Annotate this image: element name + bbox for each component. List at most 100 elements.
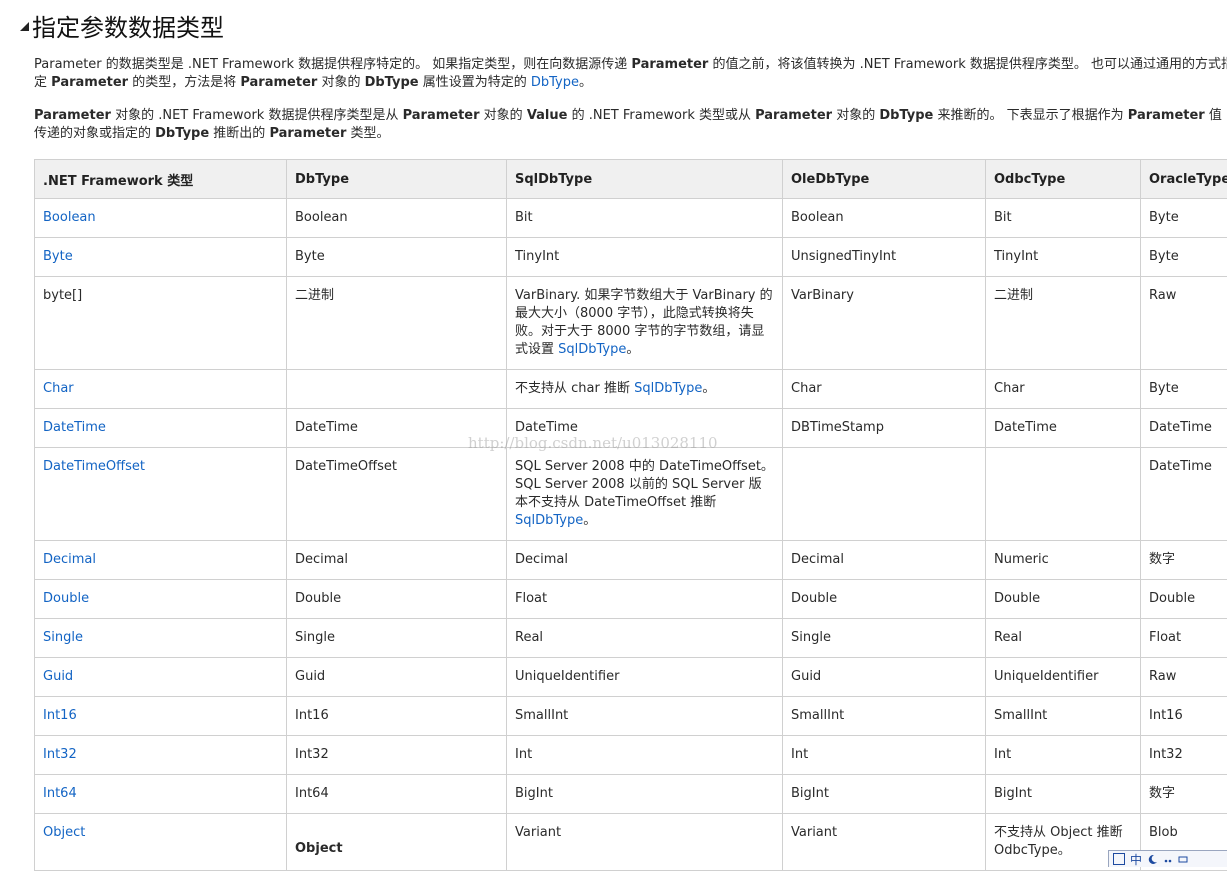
cell-dbtype: Boolean bbox=[287, 199, 507, 238]
sqldbtype-link[interactable]: SqlDbType bbox=[515, 513, 583, 528]
section-heading: 指定参数数据类型 bbox=[18, 8, 224, 43]
cell-odbctype bbox=[986, 448, 1141, 541]
cell-dbtype: Int16 bbox=[287, 697, 507, 736]
table-header-row: .NET Framework 类型 DbType SqlDbType OleDb… bbox=[35, 160, 1227, 199]
net-type-link[interactable]: Object bbox=[35, 814, 287, 871]
cell-oledbtype: BigInt bbox=[783, 775, 986, 814]
cell-oracletype: Byte bbox=[1141, 238, 1227, 277]
cell-sqldbtype: Real bbox=[507, 619, 783, 658]
cell-oracletype: 数字 bbox=[1141, 775, 1227, 814]
text: 对象的 bbox=[832, 108, 879, 123]
cell-dbtype: Double bbox=[287, 580, 507, 619]
collapse-triangle-icon[interactable] bbox=[18, 20, 30, 32]
text: 属性设置为特定的 bbox=[419, 75, 531, 90]
cell-oledbtype: Single bbox=[783, 619, 986, 658]
header-odbctype: OdbcType bbox=[986, 160, 1141, 199]
bold-term: Parameter bbox=[755, 108, 832, 123]
cell-sqldbtype: Bit bbox=[507, 199, 783, 238]
table-row: DateTime DateTime DateTime DBTimeStamp D… bbox=[35, 409, 1227, 448]
cell-oledbtype: Guid bbox=[783, 658, 986, 697]
cell-sqldbtype: Int bbox=[507, 736, 783, 775]
cell-oracletype: Raw bbox=[1141, 277, 1227, 370]
cell-odbctype: Int bbox=[986, 736, 1141, 775]
bold-term: DbType bbox=[155, 126, 209, 141]
net-type-link[interactable]: Byte bbox=[35, 238, 287, 277]
bold-term: Parameter bbox=[34, 108, 111, 123]
header-net-type: .NET Framework 类型 bbox=[35, 160, 287, 199]
cell-oracletype: Double bbox=[1141, 580, 1227, 619]
net-type-link[interactable]: Int16 bbox=[35, 697, 287, 736]
type-mapping-table: .NET Framework 类型 DbType SqlDbType OleDb… bbox=[34, 159, 1227, 871]
bold-term: DbType bbox=[365, 75, 419, 90]
cell-oledbtype: Boolean bbox=[783, 199, 986, 238]
cell-oledbtype: Variant bbox=[783, 814, 986, 871]
cell-dbtype: Byte bbox=[287, 238, 507, 277]
ime-toolbar[interactable]: 中 bbox=[1108, 850, 1227, 867]
softkeyboard-icon[interactable] bbox=[1178, 854, 1188, 864]
cell-oracletype: DateTime bbox=[1141, 409, 1227, 448]
ime-logo-icon bbox=[1113, 853, 1125, 865]
cell-sqldbtype: 不支持从 char 推断 SqlDbType。 bbox=[507, 370, 783, 409]
cell-odbctype: Bit bbox=[986, 199, 1141, 238]
text: 的 .NET Framework 类型或从 bbox=[567, 108, 755, 123]
cell-oledbtype: Double bbox=[783, 580, 986, 619]
cell-oledbtype: Int bbox=[783, 736, 986, 775]
cell-sqldbtype: TinyInt bbox=[507, 238, 783, 277]
text: 不支持从 char 推断 bbox=[515, 381, 634, 396]
net-type-link[interactable]: Single bbox=[35, 619, 287, 658]
net-type-link[interactable]: DateTime bbox=[35, 409, 287, 448]
sqldbtype-link[interactable]: SqlDbType bbox=[634, 381, 702, 396]
header-oledbtype: OleDbType bbox=[783, 160, 986, 199]
cell-oracletype: Byte bbox=[1141, 199, 1227, 238]
cell-dbtype: Int64 bbox=[287, 775, 507, 814]
net-type-link[interactable]: Double bbox=[35, 580, 287, 619]
cell-odbctype: DateTime bbox=[986, 409, 1141, 448]
net-type-link[interactable]: Int64 bbox=[35, 775, 287, 814]
table-row: Int64 Int64 BigInt BigInt BigInt 数字 bbox=[35, 775, 1227, 814]
table-row: Byte Byte TinyInt UnsignedTinyInt TinyIn… bbox=[35, 238, 1227, 277]
table-row: Decimal Decimal Decimal Decimal Numeric … bbox=[35, 541, 1227, 580]
bold-term: Parameter bbox=[1128, 108, 1205, 123]
table-row: Object Object Variant Variant 不支持从 Objec… bbox=[35, 814, 1227, 871]
cell-sqldbtype: DateTime bbox=[507, 409, 783, 448]
moon-icon[interactable] bbox=[1147, 854, 1158, 865]
cell-oledbtype: Char bbox=[783, 370, 986, 409]
intro-paragraph-1: Parameter 的数据类型是 .NET Framework 数据提供程序特定… bbox=[34, 56, 1227, 92]
net-type-link[interactable]: Boolean bbox=[35, 199, 287, 238]
table-row: byte[] 二进制 VarBinary. 如果字节数组大于 VarBinary… bbox=[35, 277, 1227, 370]
net-type-link[interactable]: Guid bbox=[35, 658, 287, 697]
text: 对象的 .NET Framework 数据提供程序类型是从 bbox=[111, 108, 403, 123]
cell-sqldbtype: Decimal bbox=[507, 541, 783, 580]
cell-sqldbtype: SmallInt bbox=[507, 697, 783, 736]
header-sqldbtype: SqlDbType bbox=[507, 160, 783, 199]
dbtype-link[interactable]: DbType bbox=[531, 75, 579, 90]
cell-odbctype: UniqueIdentifier bbox=[986, 658, 1141, 697]
cell-oledbtype: Decimal bbox=[783, 541, 986, 580]
cell-odbctype: SmallInt bbox=[986, 697, 1141, 736]
net-type-link[interactable]: Decimal bbox=[35, 541, 287, 580]
cell-dbtype: Int32 bbox=[287, 736, 507, 775]
cell-oracletype: Raw bbox=[1141, 658, 1227, 697]
net-type-link[interactable]: Int32 bbox=[35, 736, 287, 775]
text: 。 bbox=[702, 381, 715, 396]
table-row: DateTimeOffset DateTimeOffset SQL Server… bbox=[35, 448, 1227, 541]
cell-oledbtype: DBTimeStamp bbox=[783, 409, 986, 448]
bold-term: Parameter bbox=[403, 108, 480, 123]
text: 。 bbox=[579, 75, 592, 90]
punctuation-icon[interactable] bbox=[1163, 854, 1173, 864]
net-type-link[interactable]: Char bbox=[35, 370, 287, 409]
text: Parameter 的数据类型是 .NET Framework 数据提供程序特定… bbox=[34, 57, 631, 72]
text: 。 bbox=[626, 342, 639, 357]
net-type-link[interactable]: DateTimeOffset bbox=[35, 448, 287, 541]
bold-term: Value bbox=[527, 108, 568, 123]
ime-mode-label[interactable]: 中 bbox=[1130, 851, 1142, 868]
cell-odbctype: Double bbox=[986, 580, 1141, 619]
header-oracletype: OracleType bbox=[1141, 160, 1227, 199]
text: 对象的 bbox=[317, 75, 364, 90]
text: VarBinary. 如果字节数组大于 VarBinary 的最大大小（8000… bbox=[515, 288, 773, 357]
cell-sqldbtype: BigInt bbox=[507, 775, 783, 814]
table-row: Single Single Real Single Real Float bbox=[35, 619, 1227, 658]
cell-sqldbtype: VarBinary. 如果字节数组大于 VarBinary 的最大大小（8000… bbox=[507, 277, 783, 370]
sqldbtype-link[interactable]: SqlDbType bbox=[558, 342, 626, 357]
bold-term: Parameter bbox=[269, 126, 346, 141]
